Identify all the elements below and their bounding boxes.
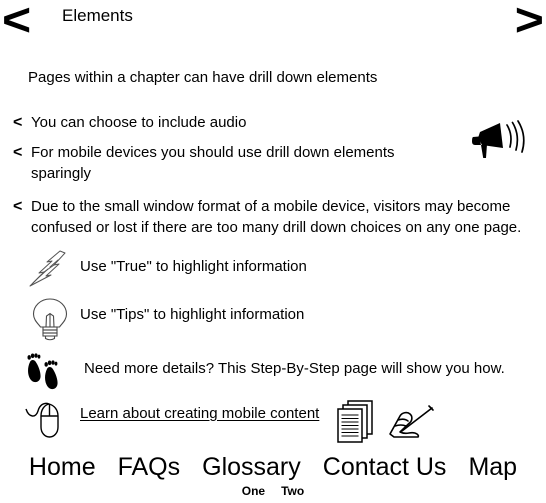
footprints-icon: [24, 350, 80, 394]
computer-mouse-icon: [24, 396, 80, 442]
bullet-list: < You can choose to include audio < For …: [13, 112, 538, 247]
list-item: Need more details? This Step-By-Step pag…: [24, 350, 529, 394]
list-item-label: For mobile devices you should use drill …: [31, 144, 395, 182]
subnav-item-two[interactable]: Two: [281, 484, 304, 499]
list-item-label: Need more details? This Step-By-Step pag…: [84, 360, 505, 377]
list-item: < You can choose to include audio: [13, 112, 538, 133]
chevron-left-bullet-icon: <: [13, 144, 23, 161]
stacked-documents-icon[interactable]: [334, 398, 378, 446]
drill-down-link-row: Learn about creating mobile content: [24, 396, 529, 444]
nav-item-contact-us[interactable]: Contact Us: [323, 452, 447, 482]
icon-note-list: Use "True" to highlight information Use …: [24, 248, 529, 394]
page-title: Elements: [62, 6, 133, 25]
list-item: < Due to the small window format of a mo…: [13, 196, 538, 238]
previous-page-arrow[interactable]: <: [2, 0, 31, 43]
chevron-left-bullet-icon: <: [13, 198, 23, 215]
light-bulb-icon: [24, 296, 80, 342]
next-page-arrow[interactable]: >: [515, 0, 544, 43]
subnav-item-one[interactable]: One: [242, 484, 265, 499]
list-item: < For mobile devices you should use dril…: [13, 142, 538, 184]
list-item: Use "Tips" to highlight information: [24, 296, 529, 342]
page-header: < Elements >: [0, 0, 546, 46]
list-item: Use "True" to highlight information: [24, 248, 529, 292]
hand-writing-pen-icon[interactable]: [386, 404, 436, 444]
footer-subnavigation: One Two: [0, 484, 546, 499]
list-item-label: Due to the small window format of a mobi…: [31, 198, 522, 236]
list-item-label: Use "True" to highlight information: [80, 258, 307, 275]
nav-item-map[interactable]: Map: [468, 452, 517, 482]
nav-item-home[interactable]: Home: [29, 452, 96, 482]
lightning-bolt-icon: [24, 248, 80, 290]
nav-item-faqs[interactable]: FAQs: [118, 452, 181, 482]
nav-item-glossary[interactable]: Glossary: [202, 452, 301, 482]
list-item-label: Use "Tips" to highlight information: [80, 306, 305, 323]
chevron-left-bullet-icon: <: [13, 114, 23, 131]
intro-paragraph: Pages within a chapter can have drill do…: [28, 69, 378, 86]
footer-navigation: Home FAQs Glossary Contact Us Map: [0, 452, 546, 482]
learn-about-mobile-content-link[interactable]: Learn about creating mobile content: [80, 396, 319, 424]
list-item-label: You can choose to include audio: [31, 114, 247, 131]
